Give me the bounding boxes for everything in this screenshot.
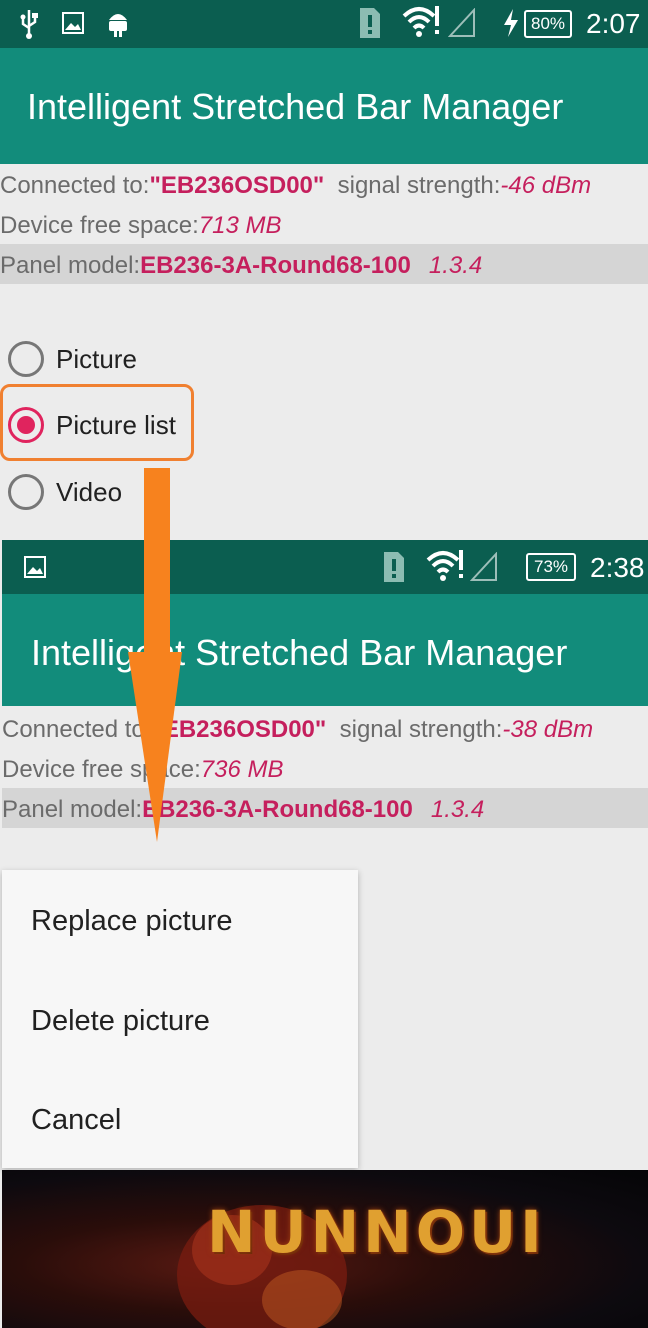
device-name: "EB236OSD00" (149, 172, 325, 199)
charging-icon (504, 9, 518, 37)
free-space-value: 713 MB (198, 212, 282, 239)
radio-video[interactable]: Video (8, 467, 122, 517)
signal-icon (448, 8, 475, 37)
image-icon (24, 556, 46, 578)
panel-model-value: EB236-3A-Round68-100 (140, 252, 411, 279)
battery-level: 80% (530, 14, 566, 33)
radio-button-icon (8, 474, 44, 510)
signal-value: -46 dBm (500, 172, 592, 199)
image-icon (62, 12, 84, 34)
sim-alert-icon (360, 8, 380, 38)
battery-icon: 80% (524, 10, 572, 38)
panel-model-value: EB236-3A-Round68-100 (142, 796, 413, 823)
picture-preview: NUNNOUI (2, 1170, 648, 1328)
app-title: Intelligent Stretched Bar Manager (27, 86, 564, 127)
connection-info: Connected to:"EB236OSD00" signal strengt… (2, 716, 594, 743)
panel-model-info: Panel model:EB236-3A-Round68-100 1.3.4 (2, 796, 485, 823)
radio-button-icon (8, 341, 44, 377)
clock: 2:38 (590, 552, 645, 583)
device-name: "EB236OSD00" (151, 716, 327, 743)
usb-icon (20, 10, 38, 39)
menu-item-cancel[interactable]: Cancel (31, 1104, 121, 1137)
free-space-info: Device free space:713 MB (0, 212, 282, 239)
app-bar-2: Intelligent Stretched Bar Manager (2, 594, 648, 706)
version: 1.3.4 (428, 252, 483, 279)
radio-picture[interactable]: Picture (8, 334, 137, 384)
status-bar-2: 73% 2:38 (2, 540, 648, 594)
version: 1.3.4 (430, 796, 485, 823)
free-space-value: 736 MB (200, 756, 284, 783)
app-title: Intelligent Stretched Bar Manager (31, 632, 568, 673)
menu-item-replace-picture[interactable]: Replace picture (31, 905, 233, 938)
free-space-info: Device free space:736 MB (2, 756, 284, 783)
image-brand-text: NUNNOUI (207, 1198, 546, 1266)
wifi-alert-icon (402, 6, 439, 37)
app-bar-1: Intelligent Stretched Bar Manager (0, 48, 648, 164)
android-icon (109, 14, 127, 37)
signal-icon (470, 552, 497, 581)
signal-value: -38 dBm (502, 716, 594, 743)
wifi-alert-icon (426, 550, 463, 581)
panel-model-info: Panel model:EB236-3A-Round68-100 1.3.4 (0, 252, 483, 279)
battery-icon: 73% (526, 553, 576, 581)
status-bar-1: 80% 2:07 (0, 0, 648, 48)
context-menu: Replace picture Delete picture Cancel (2, 870, 358, 1168)
sim-alert-icon (384, 552, 404, 582)
menu-item-delete-picture[interactable]: Delete picture (31, 1005, 210, 1038)
clock: 2:07 (586, 8, 641, 39)
connection-info: Connected to:"EB236OSD00" signal strengt… (0, 172, 592, 199)
battery-level: 73% (533, 557, 569, 576)
highlight-box (0, 384, 194, 461)
